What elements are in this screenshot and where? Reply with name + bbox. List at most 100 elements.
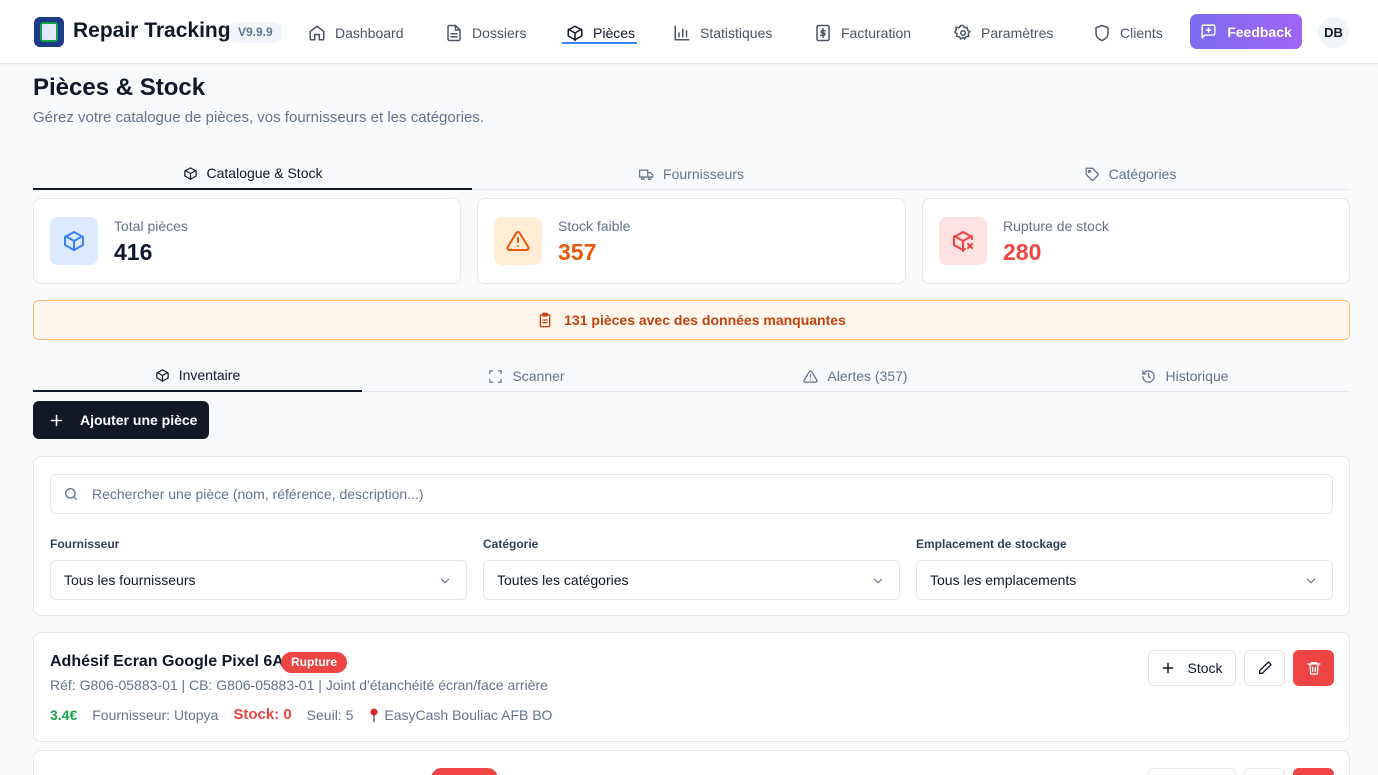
tab-label: Historique <box>1165 368 1229 384</box>
category-select-value: Toutes les catégories <box>497 572 629 588</box>
plus-icon <box>50 414 63 426</box>
stat-value: 416 <box>114 239 153 265</box>
plus-icon <box>1163 662 1174 674</box>
nav-clients[interactable]: Clients <box>1093 20 1163 46</box>
add-stock-button[interactable]: Stock <box>1148 650 1236 686</box>
edit-part-button[interactable] <box>1244 650 1285 686</box>
out-of-stock-badge <box>431 768 498 775</box>
tag-icon <box>1085 167 1099 181</box>
nav-label: Statistiques <box>700 25 773 41</box>
part-meta: 3.4€ Fournisseur: Utopya Stock: 0 Seuil:… <box>50 706 552 723</box>
package-x-icon <box>953 231 973 252</box>
part-supplier: Fournisseur: Utopya <box>92 706 219 723</box>
app-logo[interactable] <box>34 17 64 47</box>
nav-label: Clients <box>1120 25 1163 41</box>
part-stock: Stock: 0 <box>233 706 292 723</box>
trash-icon <box>1306 662 1321 675</box>
nav-parametres[interactable]: Paramètres <box>954 20 1053 46</box>
page-subtitle: Gérez votre catalogue de pièces, vos fou… <box>33 109 485 126</box>
tab-label: Fournisseurs <box>663 166 744 182</box>
location-select[interactable]: Tous les emplacements <box>916 560 1333 600</box>
edit-part-button[interactable] <box>1244 768 1285 775</box>
nav-label: Pièces <box>593 25 636 41</box>
tab-catalogue[interactable]: Catalogue & Stock <box>33 158 472 190</box>
chevron-down-icon <box>873 578 883 584</box>
nav-label: Facturation <box>841 25 912 41</box>
home-icon <box>309 25 325 41</box>
part-card: Adhésif Ecran Google Pixel 6A Rupture Ré… <box>33 632 1350 742</box>
package-icon <box>567 25 583 42</box>
supplier-select[interactable]: Tous les fournisseurs <box>50 560 467 600</box>
out-of-stock-badge: Rupture <box>281 652 347 673</box>
stat-label: Total pièces <box>114 218 188 234</box>
nav-dashboard[interactable]: Dashboard <box>308 20 404 46</box>
truck-icon <box>639 169 654 180</box>
chevron-down-icon <box>1306 578 1316 584</box>
stat-label: Rupture de stock <box>1003 218 1109 234</box>
location-filter-label: Emplacement de stockage <box>916 537 1067 551</box>
missing-data-banner[interactable]: 131 pièces avec des données manquantes <box>33 300 1350 340</box>
search-icon <box>65 488 77 500</box>
filter-panel: Fournisseur Tous les fournisseurs Catégo… <box>33 456 1350 616</box>
search-input[interactable] <box>92 486 1292 502</box>
stat-card-out-of-stock: Rupture de stock 280 <box>922 198 1350 284</box>
scan-icon <box>489 369 503 383</box>
warning-icon <box>803 369 819 383</box>
tab-label: Alertes (357) <box>827 368 908 384</box>
gear-icon <box>954 24 971 41</box>
shield-icon <box>1095 24 1109 42</box>
top-navbar: Repair Tracking V9.9.9 Dashboard Dossier… <box>0 0 1378 64</box>
history-icon <box>1142 369 1156 383</box>
tab-fournisseurs[interactable]: Fournisseurs <box>472 158 911 190</box>
add-stock-label: Stock <box>1187 660 1223 676</box>
dollar-file-icon <box>816 24 830 42</box>
stat-value: 280 <box>1003 239 1042 265</box>
nav-label: Dashboard <box>335 25 404 41</box>
part-name: Adhésif Ecran Google Pixel 6A <box>50 653 284 670</box>
user-avatar[interactable]: DB <box>1318 17 1349 48</box>
feedback-button[interactable]: Feedback <box>1190 14 1302 49</box>
nav-facturation[interactable]: Facturation <box>814 20 911 46</box>
part-threshold: Seuil: 5 <box>306 706 354 723</box>
tab-label: Catégories <box>1108 166 1177 182</box>
package-icon <box>156 368 169 382</box>
main-tabs: Catalogue & Stock Fournisseurs Catégorie… <box>33 158 1350 190</box>
pencil-icon <box>1258 661 1272 674</box>
search-field[interactable] <box>50 474 1333 514</box>
app-title[interactable]: Repair Tracking <box>73 19 231 43</box>
active-nav-indicator <box>562 42 637 44</box>
part-location-label: EasyCash Bouliac AFB BO <box>384 706 553 723</box>
stat-label: Stock faible <box>558 218 631 234</box>
nav-statistiques[interactable]: Statistiques <box>673 20 772 46</box>
stat-icon-box <box>939 217 987 265</box>
part-location: EasyCash Bouliac AFB BO <box>368 707 552 723</box>
tab-categories[interactable]: Catégories <box>911 158 1350 190</box>
nav-label: Dossiers <box>472 25 527 41</box>
clipboard-icon <box>539 312 551 328</box>
part-reference: Réf: G806-05883-01 | CB: G806-05883-01 |… <box>50 677 548 693</box>
tab-inventaire[interactable]: Inventaire <box>33 360 362 392</box>
tab-label: Inventaire <box>178 367 241 383</box>
category-select[interactable]: Toutes les catégories <box>483 560 900 600</box>
supplier-select-value: Tous les fournisseurs <box>64 572 196 588</box>
pin-icon <box>370 708 378 722</box>
package-icon <box>64 231 84 251</box>
part-card <box>33 750 1350 775</box>
tab-alertes[interactable]: Alertes (357) <box>691 360 1020 392</box>
file-icon <box>447 24 461 42</box>
banner-text: 131 pièces avec des données manquantes <box>564 312 846 328</box>
add-stock-button[interactable] <box>1148 768 1236 775</box>
add-part-button[interactable]: Ajouter une pièce <box>33 401 209 439</box>
category-filter-label: Catégorie <box>483 537 539 551</box>
part-price: 3.4€ <box>50 706 78 723</box>
package-icon <box>183 166 197 180</box>
delete-part-button[interactable] <box>1293 650 1334 686</box>
chevron-down-icon <box>440 578 450 584</box>
inventory-tabs: Inventaire Scanner Alertes (357) Histori… <box>33 360 1350 392</box>
nav-dossiers[interactable]: Dossiers <box>445 20 526 46</box>
delete-part-button[interactable] <box>1293 768 1334 775</box>
stat-value: 357 <box>558 239 597 265</box>
tab-historique[interactable]: Historique <box>1020 360 1350 392</box>
nav-label: Paramètres <box>981 25 1054 41</box>
tab-scanner[interactable]: Scanner <box>362 360 691 392</box>
